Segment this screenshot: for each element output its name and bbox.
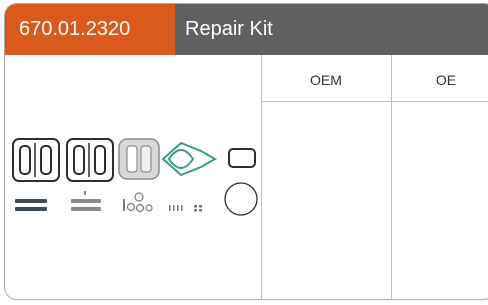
pins-icon (169, 205, 202, 212)
table-header-divider (261, 101, 488, 102)
gasket-plate-icon (66, 138, 114, 182)
repair-kit-parts-icon (12, 138, 258, 216)
small-parts-icon (123, 192, 153, 213)
gasket-plate-icon (12, 138, 60, 182)
o-ring-icon (224, 182, 258, 216)
column-divider (391, 55, 392, 299)
product-title: Repair Kit (185, 18, 273, 40)
seal-strip-icon (15, 199, 47, 211)
diamond-gasket-icon (161, 141, 218, 177)
valve-plate-icon (118, 138, 160, 180)
product-card: 670.01.2320 Repair Kit OEM OE (4, 3, 488, 300)
column-header-oem: OEM (310, 72, 342, 88)
repair-kit-parts-image (11, 129, 259, 224)
column-divider (261, 55, 262, 299)
rect-gasket-icon (228, 148, 256, 168)
column-header-oe: OE (435, 72, 457, 88)
card-header: 670.01.2320 Repair Kit (5, 4, 488, 55)
seal-strip-icon (71, 191, 101, 211)
part-number: 670.01.2320 (5, 4, 175, 55)
